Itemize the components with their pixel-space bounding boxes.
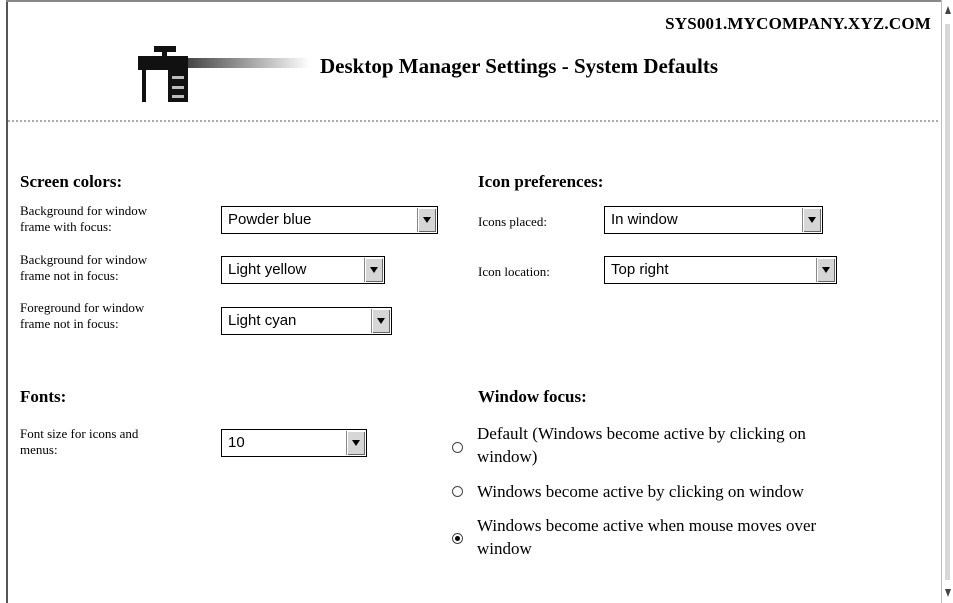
select-value: Top right <box>611 261 669 278</box>
scrollbar-track[interactable] <box>945 24 950 580</box>
radio-focus-mouse-over[interactable] <box>452 533 463 544</box>
radio-label-line: window) <box>477 447 538 466</box>
window-frame-left <box>6 0 8 603</box>
radio-label-line: Default (Windows become active by clicki… <box>477 424 806 443</box>
chevron-down-icon[interactable] <box>346 431 365 455</box>
label-line: Font size for icons and <box>20 426 139 441</box>
fg-not-focus-select[interactable]: Light cyan <box>221 307 392 335</box>
font-size-select[interactable]: 10 <box>221 429 367 457</box>
radio-label-focus-default[interactable]: Default (Windows become active by clicki… <box>477 422 806 468</box>
label-line: frame with focus: <box>20 219 112 234</box>
label-line: Background for window <box>20 252 148 267</box>
label-line: frame not in focus: <box>20 268 119 283</box>
select-value: 10 <box>228 434 245 451</box>
page-title: Desktop Manager Settings - System Defaul… <box>320 54 719 78</box>
radio-focus-click[interactable] <box>452 486 463 497</box>
radio-label-line: window <box>477 539 532 558</box>
window-frame-top <box>6 0 941 2</box>
select-value: In window <box>611 211 678 228</box>
scroll-up-icon[interactable] <box>945 6 951 14</box>
section-title-window-focus: Window focus: <box>478 387 587 406</box>
label-line: menus: <box>20 442 58 457</box>
section-title-screen-colors: Screen colors: <box>20 172 123 191</box>
divider <box>8 120 938 122</box>
radio-label-line: Windows become active when mouse moves o… <box>477 516 817 535</box>
select-value: Light yellow <box>228 261 307 278</box>
chevron-down-icon[interactable] <box>364 258 383 282</box>
label-bg-focus: Background for window frame with focus: <box>20 203 147 235</box>
label-icons-placed: Icons placed: <box>478 214 547 229</box>
host-name: SYS001.MYCOMPANY.XYZ.COM <box>665 14 931 33</box>
label-icon-location: Icon location: <box>478 264 550 279</box>
bg-focus-select[interactable]: Powder blue <box>221 206 438 234</box>
chevron-down-icon[interactable] <box>371 309 390 333</box>
section-title-icon-preferences: Icon preferences: <box>478 172 604 191</box>
vertical-scrollbar[interactable] <box>941 0 953 603</box>
icon-location-select[interactable]: Top right <box>604 256 837 284</box>
scroll-down-icon[interactable] <box>945 589 951 597</box>
bg-not-focus-select[interactable]: Light yellow <box>221 256 385 284</box>
label-fg-not-focus: Foreground for window frame not in focus… <box>20 300 144 332</box>
radio-label-line: Windows become active by clicking on win… <box>477 482 804 501</box>
chevron-down-icon[interactable] <box>816 258 835 282</box>
radio-label-focus-click[interactable]: Windows become active by clicking on win… <box>477 480 804 503</box>
label-line: frame not in focus: <box>20 316 119 331</box>
icons-placed-select[interactable]: In window <box>604 206 823 234</box>
radio-label-focus-mouse-over[interactable]: Windows become active when mouse moves o… <box>477 514 816 560</box>
label-bg-not-focus: Background for window frame not in focus… <box>20 252 147 284</box>
select-value: Powder blue <box>228 211 312 228</box>
label-font-size: Font size for icons and menus: <box>20 426 138 458</box>
select-value: Light cyan <box>228 312 297 329</box>
chevron-down-icon[interactable] <box>417 208 436 232</box>
radio-focus-default[interactable] <box>452 442 463 453</box>
label-line: Background for window <box>20 203 148 218</box>
desk-icon <box>138 46 310 102</box>
label-line: Foreground for window <box>20 300 145 315</box>
chevron-down-icon[interactable] <box>802 208 821 232</box>
section-title-fonts: Fonts: <box>20 387 67 406</box>
